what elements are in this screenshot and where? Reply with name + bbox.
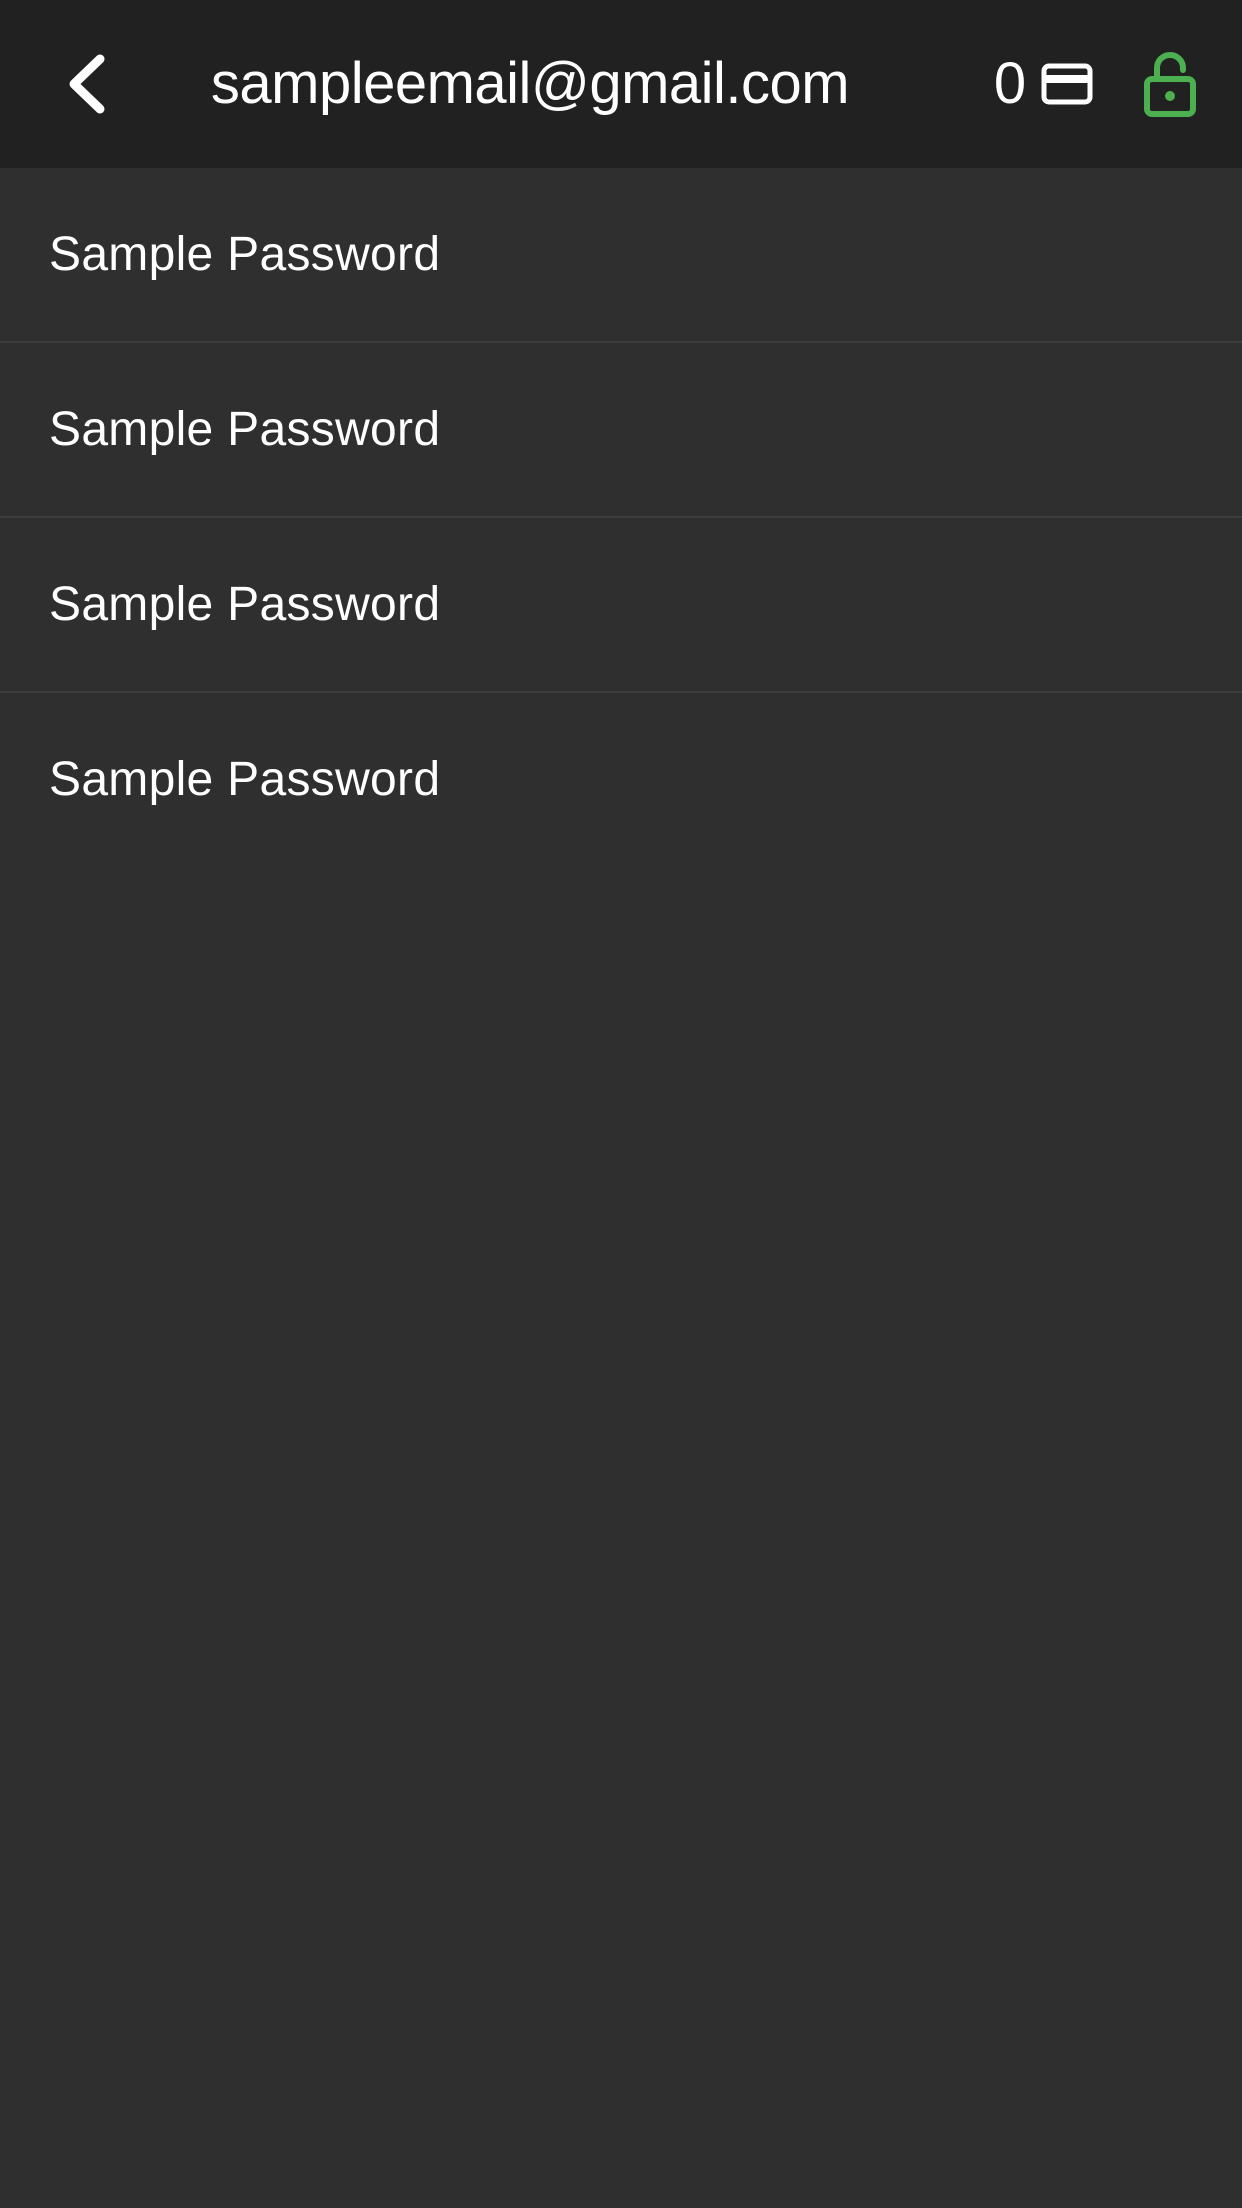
list-item[interactable]: Sample Password: [0, 693, 1242, 866]
list-item[interactable]: Sample Password: [0, 168, 1242, 343]
app-screen: sampleemail@gmail.com 0 Sample Password …: [0, 0, 1242, 2208]
list-item-label: Sample Password: [49, 753, 441, 806]
page-title: sampleemail@gmail.com: [210, 51, 850, 116]
back-button[interactable]: [44, 40, 128, 128]
list-item[interactable]: Sample Password: [0, 343, 1242, 518]
chevron-left-icon: [69, 54, 105, 114]
password-list: Sample Password Sample Password Sample P…: [0, 168, 1242, 866]
card-count: 0: [993, 51, 1027, 116]
list-item-label: Sample Password: [49, 228, 441, 281]
top-navigation-bar: sampleemail@gmail.com 0: [0, 0, 1242, 168]
list-item[interactable]: Sample Password: [0, 518, 1242, 693]
lock-button[interactable]: [1134, 40, 1206, 130]
credit-card-icon: [1041, 63, 1093, 105]
card-button[interactable]: [1036, 56, 1098, 112]
list-item-label: Sample Password: [49, 403, 441, 456]
list-item-label: Sample Password: [49, 578, 441, 631]
unlocked-padlock-icon: [1144, 52, 1196, 117]
